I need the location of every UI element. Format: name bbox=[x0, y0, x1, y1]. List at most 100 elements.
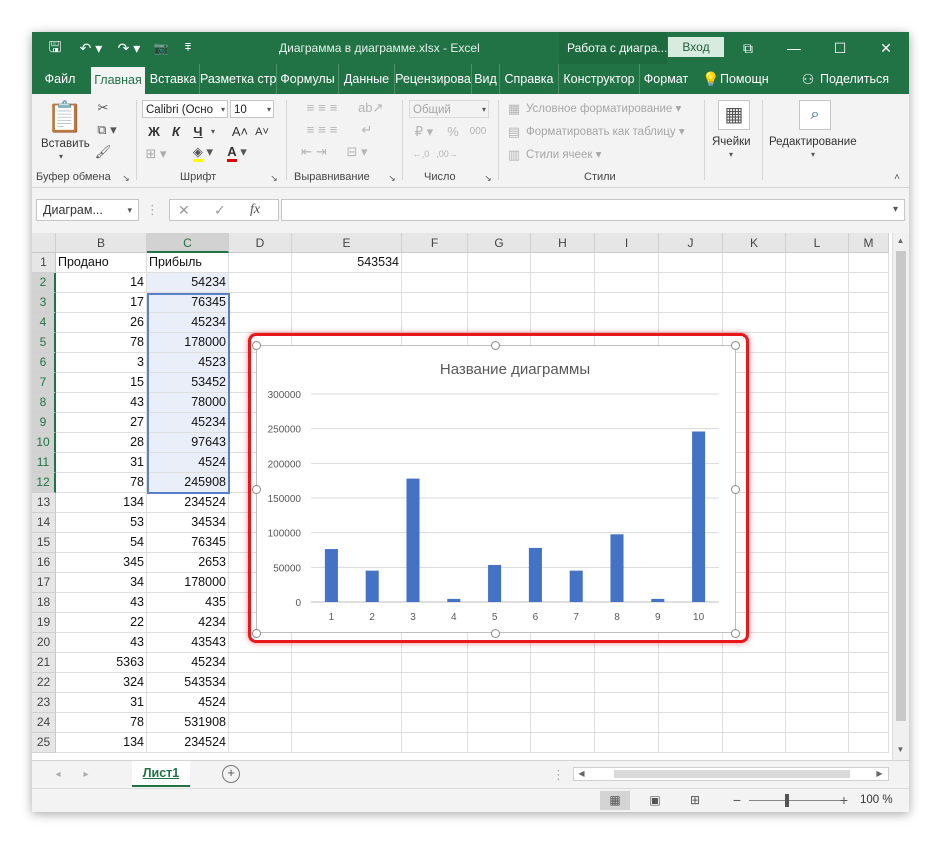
row-header[interactable]: 6 bbox=[32, 353, 56, 373]
resize-handle-left[interactable] bbox=[252, 485, 261, 494]
cell[interactable] bbox=[849, 393, 889, 413]
column-header-i[interactable]: I bbox=[595, 233, 659, 253]
cell[interactable]: 324 bbox=[56, 673, 147, 693]
format-as-table-button[interactable]: Форматировать как таблицу ▾ bbox=[526, 124, 685, 138]
row-header[interactable]: 22 bbox=[32, 673, 56, 693]
cell[interactable]: 14 bbox=[56, 273, 147, 293]
cell[interactable] bbox=[229, 693, 292, 713]
cell[interactable] bbox=[659, 653, 723, 673]
cell[interactable] bbox=[229, 673, 292, 693]
row-header[interactable]: 18 bbox=[32, 593, 56, 613]
cell[interactable] bbox=[849, 613, 889, 633]
cell[interactable] bbox=[659, 713, 723, 733]
cell[interactable] bbox=[849, 713, 889, 733]
scroll-up-icon[interactable]: ▲ bbox=[893, 236, 908, 245]
tab-file[interactable]: Файл bbox=[38, 64, 82, 94]
cell[interactable]: 178000 bbox=[147, 573, 229, 593]
column-header-j[interactable]: J bbox=[659, 233, 723, 253]
cell[interactable] bbox=[723, 693, 786, 713]
cell[interactable]: 28 bbox=[56, 433, 147, 453]
zoom-in-button[interactable]: + bbox=[837, 792, 851, 808]
cell[interactable]: 22 bbox=[56, 613, 147, 633]
wrap-text-icon[interactable]: ↵ bbox=[358, 122, 376, 138]
cell[interactable]: 43543 bbox=[147, 633, 229, 653]
cell[interactable] bbox=[468, 673, 531, 693]
column-header-l[interactable]: L bbox=[786, 233, 849, 253]
tell-me-search[interactable]: Помощн bbox=[720, 64, 786, 94]
cell[interactable]: 3 bbox=[56, 353, 147, 373]
cell-styles-button[interactable]: Стили ячеек ▾ bbox=[526, 147, 601, 161]
cell[interactable] bbox=[849, 693, 889, 713]
cell[interactable] bbox=[229, 273, 292, 293]
cell[interactable] bbox=[659, 733, 723, 753]
insert-function-icon[interactable]: fx bbox=[250, 200, 260, 220]
tab-insert[interactable]: Вставка bbox=[147, 64, 200, 94]
tab-help[interactable]: Справка bbox=[500, 64, 559, 94]
cell[interactable] bbox=[531, 713, 595, 733]
cell[interactable]: 234524 bbox=[147, 733, 229, 753]
cell[interactable] bbox=[595, 693, 659, 713]
cell[interactable] bbox=[786, 353, 849, 373]
formula-input[interactable]: ▾ bbox=[281, 199, 905, 221]
cell[interactable] bbox=[786, 573, 849, 593]
cell[interactable] bbox=[849, 273, 889, 293]
page-break-view-icon[interactable]: ⊞ bbox=[680, 791, 710, 810]
cell[interactable]: 34 bbox=[56, 573, 147, 593]
conditional-formatting-button[interactable]: Условное форматирование ▾ bbox=[526, 101, 681, 115]
cell[interactable] bbox=[229, 253, 292, 273]
minimize-button[interactable]: — bbox=[771, 32, 817, 64]
cell[interactable] bbox=[786, 713, 849, 733]
row-header[interactable]: 16 bbox=[32, 553, 56, 573]
cell[interactable] bbox=[849, 433, 889, 453]
cell[interactable] bbox=[402, 653, 468, 673]
cell[interactable]: 27 bbox=[56, 413, 147, 433]
zoom-slider-thumb[interactable] bbox=[785, 794, 789, 807]
increase-decimal-icon[interactable]: ←,0 bbox=[410, 146, 432, 162]
cell[interactable]: 78 bbox=[56, 333, 147, 353]
next-sheet-icon[interactable]: ▸ bbox=[80, 767, 92, 783]
cell[interactable] bbox=[723, 733, 786, 753]
cell[interactable] bbox=[402, 733, 468, 753]
row-header[interactable]: 1 bbox=[32, 253, 56, 273]
cell[interactable] bbox=[849, 513, 889, 533]
cell[interactable]: 43 bbox=[56, 393, 147, 413]
cell[interactable]: 4523 bbox=[147, 353, 229, 373]
decrease-font-button[interactable]: A˅ bbox=[253, 124, 271, 140]
cell[interactable] bbox=[229, 293, 292, 313]
cell[interactable] bbox=[402, 273, 468, 293]
cell[interactable] bbox=[468, 693, 531, 713]
horizontal-scrollbar[interactable]: ◀ ▶ bbox=[573, 767, 889, 781]
cell[interactable] bbox=[723, 673, 786, 693]
cell[interactable] bbox=[292, 733, 402, 753]
row-header[interactable]: 11 bbox=[32, 453, 56, 473]
cell[interactable] bbox=[468, 713, 531, 733]
cell[interactable] bbox=[849, 533, 889, 553]
cell[interactable]: 34534 bbox=[147, 513, 229, 533]
chart-area[interactable]: Название диаграммы 0 50000 100000 150000 2000… bbox=[256, 345, 736, 633]
font-name-combo[interactable]: Calibri (Осно ▾ bbox=[142, 100, 228, 118]
accounting-format-icon[interactable]: ₽ ▾ bbox=[410, 124, 438, 140]
cell[interactable] bbox=[849, 593, 889, 613]
redo-icon[interactable]: ↷ ▾ bbox=[114, 32, 144, 64]
copy-icon[interactable]: ⧉ ▾ bbox=[94, 122, 120, 138]
cell[interactable] bbox=[292, 653, 402, 673]
cell[interactable]: 435 bbox=[147, 593, 229, 613]
cell[interactable]: 43 bbox=[56, 593, 147, 613]
cell[interactable] bbox=[786, 473, 849, 493]
cell[interactable] bbox=[659, 313, 723, 333]
cell[interactable] bbox=[402, 293, 468, 313]
cell[interactable]: 4524 bbox=[147, 453, 229, 473]
cell[interactable]: 178000 bbox=[147, 333, 229, 353]
cell[interactable]: 4234 bbox=[147, 613, 229, 633]
tab-chart-format[interactable]: Формат bbox=[640, 64, 692, 94]
cell[interactable] bbox=[595, 653, 659, 673]
cell[interactable] bbox=[786, 653, 849, 673]
cell[interactable]: 345 bbox=[56, 553, 147, 573]
editing-button[interactable]: Редактирование bbox=[769, 136, 857, 148]
cell[interactable] bbox=[786, 453, 849, 473]
resize-handle-bottom-right[interactable] bbox=[731, 629, 740, 638]
bold-button[interactable]: Ж bbox=[146, 124, 162, 140]
resize-handle-top-right[interactable] bbox=[731, 341, 740, 350]
cut-icon[interactable]: ✂ bbox=[94, 100, 112, 116]
row-header[interactable]: 15 bbox=[32, 533, 56, 553]
